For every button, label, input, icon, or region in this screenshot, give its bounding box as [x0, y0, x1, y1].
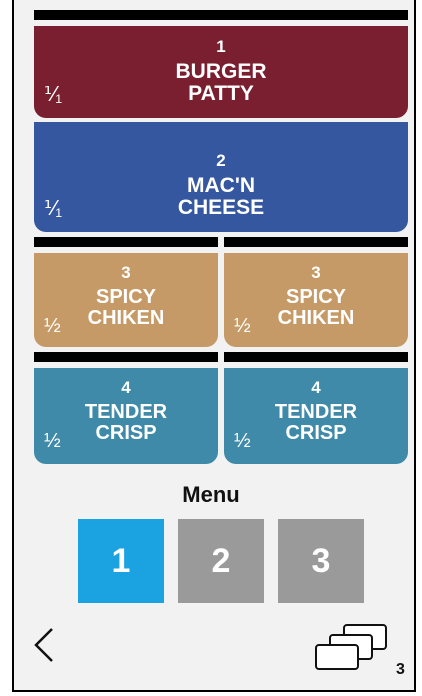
tile-name-line1: SPICY — [285, 286, 347, 308]
chevron-left-icon[interactable] — [30, 625, 60, 665]
tile-number: 4 — [121, 378, 131, 397]
separator-bar — [34, 352, 218, 362]
menu-page-3-button[interactable]: 3 — [278, 519, 364, 603]
tile-number: 4 — [311, 378, 321, 397]
order-tile-burger-patty[interactable]: 1 BURGER PATTY ⅟₁ — [34, 26, 408, 118]
portion-label: ½ — [44, 315, 61, 337]
tile-name-line2: CHIKEN — [87, 307, 165, 329]
tile-name-line2: CHIKEN — [277, 307, 355, 329]
order-tile-spicy-chiken-left[interactable]: 3 SPICY CHIKEN ½ — [34, 253, 218, 347]
portion-label: ⅟₁ — [44, 84, 63, 106]
tile-name-line1: TENDER — [84, 401, 168, 423]
separator-bar — [34, 237, 218, 247]
order-tile-tender-crisp-left[interactable]: 4 TENDER CRISP ½ — [34, 368, 218, 464]
portion-label: ½ — [44, 430, 61, 452]
tile-name-line2: CHEESE — [177, 196, 265, 219]
portion-label: ½ — [234, 430, 251, 452]
menu-page-2-button[interactable]: 2 — [178, 519, 264, 603]
tile-number: 3 — [311, 263, 321, 282]
open-windows-count: 3 — [396, 661, 405, 678]
order-tile-mac-n-cheese[interactable]: 2 MAC'N CHEESE ⅟₁ — [34, 122, 408, 232]
order-tile-spicy-chiken-right[interactable]: 3 SPICY CHIKEN ½ — [224, 253, 408, 347]
separator-bar — [224, 237, 408, 247]
tile-number: 1 — [216, 37, 226, 56]
tile-name-line2: PATTY — [188, 82, 254, 105]
stacked-windows-icon[interactable] — [312, 615, 392, 675]
tile-name-line1: SPICY — [95, 286, 157, 308]
tile-name-line1: MAC'N — [187, 174, 255, 197]
portion-label: ½ — [234, 315, 251, 337]
separator-bar — [34, 10, 408, 20]
portion-label: ⅟₁ — [44, 198, 63, 220]
menu-title: Menu — [182, 482, 240, 507]
tile-name-line1: TENDER — [274, 401, 358, 423]
order-tile-tender-crisp-right[interactable]: 4 TENDER CRISP ½ — [224, 368, 408, 464]
menu-page-1-button[interactable]: 1 — [78, 519, 164, 603]
separator-bar — [224, 352, 408, 362]
tile-name-line2: CRISP — [95, 422, 157, 444]
tile-name-line2: CRISP — [285, 422, 347, 444]
tile-number: 2 — [216, 151, 226, 170]
tile-name-line1: BURGER — [175, 60, 267, 83]
tile-number: 3 — [121, 263, 131, 282]
